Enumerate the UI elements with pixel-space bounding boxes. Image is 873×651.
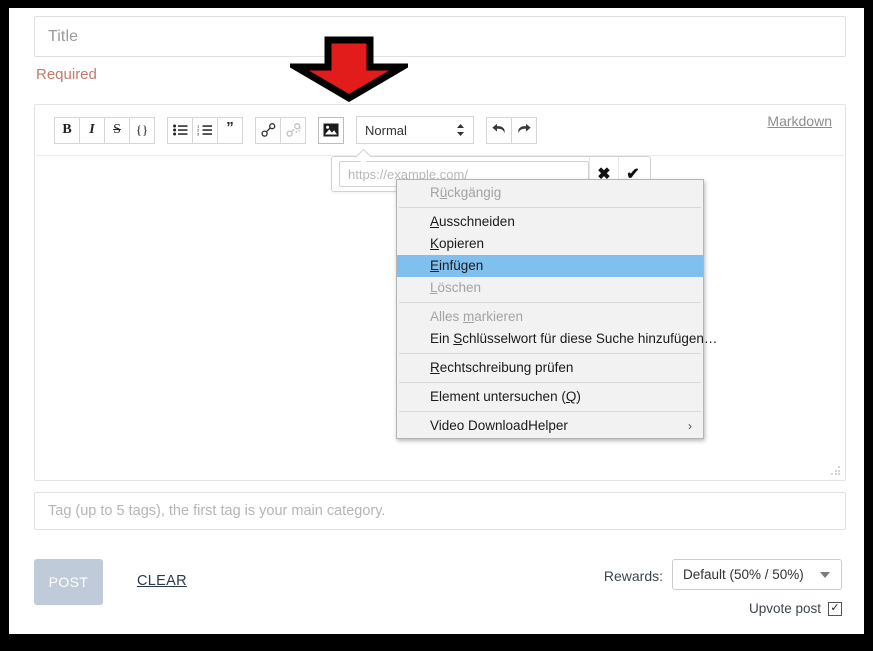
context-menu-separator	[399, 302, 701, 303]
unlink-icon	[285, 123, 301, 137]
context-menu-item-label: Ausschneiden	[430, 214, 515, 229]
ordered-list-icon: 1 2 3	[197, 124, 213, 136]
rewards-label: Rewards:	[603, 568, 663, 584]
title-placeholder: Title	[48, 27, 79, 45]
text-style-group: B I S {}	[54, 116, 155, 144]
context-menu-item[interactable]: Element untersuchen (Q)	[397, 386, 703, 408]
chevron-down-icon	[820, 571, 830, 578]
context-menu-item-label: Rückgängig	[430, 185, 502, 200]
context-menu-separator	[399, 353, 701, 354]
context-menu-item-label: Alles markieren	[430, 309, 524, 324]
context-menu-separator	[399, 207, 701, 208]
upvote-post-label: Upvote post	[748, 601, 821, 616]
browser-context-menu: Rückgängig Ausschneiden Kopieren Einfügen Lö…	[396, 179, 717, 439]
bold-button[interactable]: B	[54, 116, 80, 144]
redo-icon	[516, 123, 532, 137]
context-menu-item: Rückgängig	[397, 182, 703, 204]
context-menu-item-label: Einfügen	[430, 258, 484, 273]
remove-link-button[interactable]	[280, 116, 306, 144]
title-input[interactable]: Title	[34, 16, 846, 57]
insert-image-button[interactable]	[318, 116, 344, 144]
context-menu-separator	[399, 411, 701, 412]
context-menu-item: Alles markieren	[397, 306, 703, 328]
context-menu-item: Löschen	[397, 277, 703, 299]
blockquote-button[interactable]: ”	[217, 116, 243, 144]
ordered-list-button[interactable]: 1 2 3	[192, 116, 218, 144]
context-menu-item-label: Kopieren	[430, 236, 485, 251]
italic-button[interactable]: I	[79, 116, 105, 144]
clear-link[interactable]: CLEAR	[137, 573, 187, 589]
context-menu-item-label: Löschen	[430, 280, 482, 295]
context-menu-item[interactable]: Einfügen	[397, 255, 703, 277]
context-menu-item-label: Rechtschreibung prüfen	[430, 360, 574, 375]
post-button[interactable]: POST	[34, 559, 103, 605]
code-button[interactable]: {}	[129, 116, 155, 144]
format-select[interactable]: Normal	[356, 116, 474, 144]
context-menu-item[interactable]: Ein Schlüsselwort für diese Suche hinzuf…	[397, 328, 717, 350]
bullet-list-button[interactable]	[167, 116, 193, 144]
context-menu-item[interactable]: Ausschneiden	[397, 211, 703, 233]
bullet-list-icon	[172, 124, 188, 136]
context-menu-item-label: Element untersuchen (Q)	[430, 389, 581, 404]
spinner-arrows-icon	[456, 123, 465, 137]
history-group	[486, 116, 537, 144]
context-menu-item-label: Ein Schlüsselwort für diese Suche hinzuf…	[430, 331, 718, 346]
context-menu-item[interactable]: Video DownloadHelper ›	[397, 415, 703, 437]
context-menu-separator	[399, 382, 701, 383]
format-select-value: Normal	[365, 122, 407, 138]
redo-button[interactable]	[511, 116, 537, 144]
markdown-toggle-link[interactable]: Markdown	[767, 113, 832, 129]
required-validation-message: Required	[36, 66, 97, 83]
strikethrough-button[interactable]: S	[104, 116, 130, 144]
tag-input[interactable]: Tag (up to 5 tags), the first tag is you…	[34, 492, 846, 530]
upvote-post-toggle[interactable]: Upvote post ✓	[749, 601, 842, 616]
context-menu-item[interactable]: Kopieren	[397, 233, 703, 255]
svg-text:3: 3	[197, 132, 200, 136]
red-down-arrow-annotation	[283, 36, 415, 103]
rewards-select-value: Default (50% / 50%)	[683, 567, 804, 582]
link-group	[255, 116, 306, 144]
context-menu-item[interactable]: Rechtschreibung prüfen	[397, 357, 703, 379]
link-icon	[260, 123, 276, 137]
undo-button[interactable]	[486, 116, 512, 144]
upvote-post-checkbox[interactable]: ✓	[828, 601, 842, 616]
screenshot-root: Title Required Markdown B I S {} 1 2 3 ”…	[0, 0, 873, 651]
editor-toolbar: B I S {} 1 2 3 ” Normal	[54, 116, 549, 144]
image-icon	[323, 123, 339, 137]
list-group: 1 2 3 ”	[167, 116, 243, 144]
post-editor-card: Title Required Markdown B I S {} 1 2 3 ”…	[9, 8, 864, 634]
tag-placeholder: Tag (up to 5 tags), the first tag is you…	[48, 503, 386, 519]
editor-resize-handle[interactable]	[831, 466, 841, 476]
context-menu-item-label: Video DownloadHelper	[430, 418, 568, 433]
rewards-select[interactable]: Default (50% / 50%)	[672, 559, 842, 590]
insert-link-button[interactable]	[255, 116, 281, 144]
image-group	[318, 116, 344, 144]
submenu-chevron-icon: ›	[688, 419, 692, 433]
undo-icon	[491, 123, 507, 137]
